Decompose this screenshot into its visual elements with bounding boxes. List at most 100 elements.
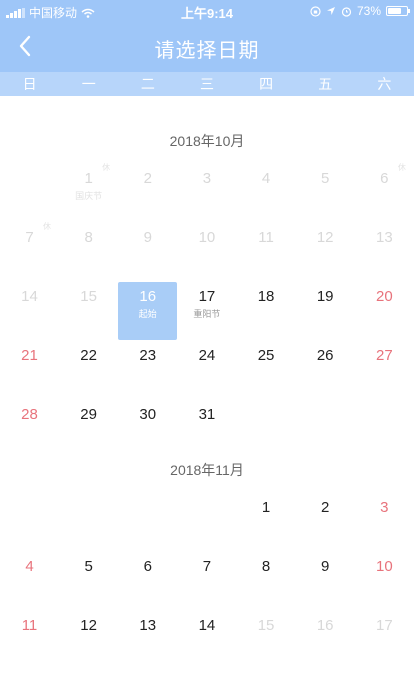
calendar-day[interactable]: 19 [296, 288, 355, 305]
calendar-day: 11 [237, 229, 296, 246]
day-label: 重阳节 [193, 309, 221, 319]
day-number: 15 [257, 617, 275, 634]
calendar-day: 14 [0, 288, 59, 305]
day-number: 19 [316, 288, 334, 305]
day-number: 7 [202, 558, 212, 575]
month-title: 2018年11月 [170, 462, 244, 478]
weekday-label: 五 [318, 76, 333, 92]
day-number: 2 [321, 499, 330, 516]
weekday-label: 三 [199, 76, 214, 92]
weekday-label: 四 [259, 76, 274, 92]
calendar-day[interactable]: 25 [237, 347, 296, 364]
location-icon [326, 7, 335, 15]
calendar-day: 1 国庆节休 [59, 163, 118, 202]
holiday-badge: 休 [397, 163, 406, 172]
calendar-day[interactable]: 13 [118, 617, 177, 634]
calendar-day[interactable]: 30 [118, 406, 177, 423]
calendar-day[interactable]: 31 [177, 406, 236, 423]
calendar-day[interactable]: 29 [59, 406, 118, 423]
holiday-badge: 休 [102, 163, 111, 172]
calendar-day[interactable]: 22 [59, 347, 118, 364]
day-number: 28 [21, 406, 38, 423]
weekday-label: 日 [22, 76, 37, 92]
calendar-day: 7休 [0, 222, 59, 246]
day-number: 3 [202, 170, 212, 187]
calendar-day[interactable]: 27 [355, 347, 414, 364]
day-number: 14 [21, 288, 38, 305]
day-number: 22 [80, 347, 97, 364]
weekday-header: 日一二三四五六 [0, 72, 414, 96]
day-number: 14 [198, 617, 216, 634]
calendar-day[interactable]: 23 [118, 347, 177, 364]
calendar-day[interactable]: 1 [237, 499, 296, 516]
day-number: 8 [261, 558, 271, 575]
day-number: 13 [375, 229, 393, 246]
calendar-day: 9 [118, 229, 177, 246]
calendar-day[interactable]: 9 [296, 558, 355, 575]
calendar-day[interactable]: 10 [355, 558, 414, 575]
calendar-day[interactable]: 11 [0, 617, 59, 634]
day-number: 1 [261, 499, 271, 516]
calendar-day[interactable]: 3 [355, 499, 414, 516]
calendar-day[interactable]: 7 [177, 558, 236, 575]
day-number: 4 [25, 558, 34, 575]
weekday-label: 一 [81, 76, 96, 92]
battery-icon [386, 6, 410, 16]
battery-percent: 73% [356, 4, 381, 18]
calendar-day: 4 [237, 170, 296, 187]
status-right: 73% [310, 4, 410, 18]
calendar-day[interactable]: 21 [0, 347, 59, 364]
nav-bar: 请选择日期 [0, 22, 414, 70]
day-number: 8 [84, 229, 93, 246]
calendar-day[interactable]: 6 [118, 558, 177, 575]
calendar-day[interactable]: 14 [177, 617, 236, 634]
day-number: 17 [198, 288, 216, 305]
calendar-day: 10 [177, 229, 236, 246]
calendar-day[interactable]: 8 [237, 558, 296, 575]
calendar-day: 8 [59, 229, 118, 246]
calendar-day[interactable]: 16 起始 [118, 282, 178, 340]
calendar-day: 16 [296, 617, 355, 634]
calendar-day: 6休 [355, 163, 414, 187]
calendar-day[interactable]: 20 [355, 288, 414, 305]
calendar-day[interactable]: 24 [177, 347, 236, 364]
calendar-day: 13 [355, 229, 414, 246]
day-label: 国庆节 [75, 191, 103, 201]
day-number: 24 [198, 347, 216, 364]
day-number: 31 [198, 406, 216, 423]
calendar-day: 17 [355, 617, 414, 634]
day-number: 6 [143, 558, 152, 575]
day-number: 10 [198, 229, 216, 246]
alarm-icon [341, 6, 352, 17]
calendar-day: 2 [118, 170, 177, 187]
calendar-day[interactable]: 18 [237, 288, 296, 305]
holiday-badge: 休 [43, 222, 51, 231]
day-number: 29 [80, 406, 97, 423]
calendar-day: 3 [177, 170, 236, 187]
day-label: 起始 [138, 309, 157, 319]
calendar-day: 12 [296, 229, 355, 246]
day-number: 25 [257, 347, 275, 364]
battery-fill [388, 8, 402, 14]
calendar-day[interactable]: 5 [59, 558, 118, 575]
calendar-day[interactable]: 26 [296, 347, 355, 364]
calendar-day[interactable]: 12 [59, 617, 118, 634]
calendar-day[interactable]: 4 [0, 558, 59, 575]
day-number: 4 [261, 170, 271, 187]
day-number: 5 [84, 558, 93, 575]
page-title: 请选择日期 [154, 40, 260, 62]
calendar-day[interactable]: 28 [0, 406, 59, 423]
day-number: 12 [316, 229, 334, 246]
status-bar: 中国移动 上午9:14 73% [0, 0, 414, 22]
day-number: 16 [316, 617, 334, 634]
weekday-label: 六 [377, 76, 392, 92]
calendar-day[interactable]: 2 [296, 499, 355, 516]
calendar-day: 5 [296, 170, 355, 187]
header: 中国移动 上午9:14 73% 请选择日期 日 一 二 三 四 五 六 [0, 0, 414, 96]
day-number: 2 [143, 170, 152, 187]
weekday-label: 二 [140, 76, 155, 92]
day-number: 3 [380, 499, 389, 516]
calendar-day: 15 [237, 617, 296, 634]
calendar-day: 15 [59, 288, 118, 305]
calendar-day[interactable]: 17 重阳节 [177, 288, 236, 320]
